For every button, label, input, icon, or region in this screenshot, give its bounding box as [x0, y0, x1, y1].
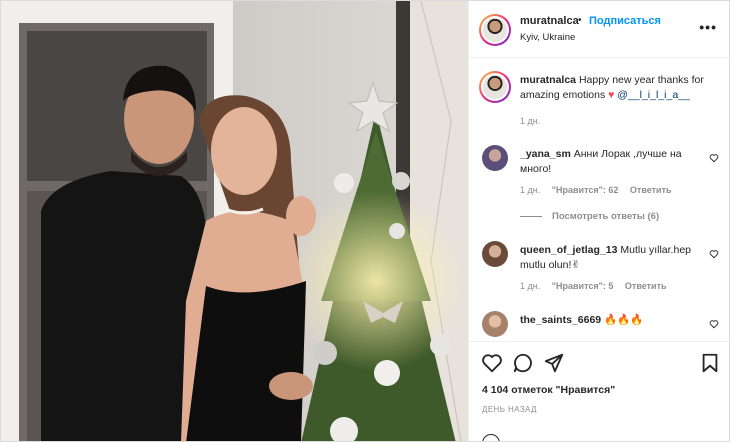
heart-emoji-icon: ♥	[608, 89, 615, 101]
caption-username[interactable]: muratnalca	[520, 74, 576, 86]
heart-icon[interactable]	[481, 352, 503, 374]
reply-button[interactable]: Ответить	[630, 185, 672, 195]
post-side-panel: muratnalca • Подписаться Kyiv, Ukraine •…	[468, 1, 729, 441]
reply-button[interactable]: Ответить	[625, 281, 667, 291]
comment-body: 🔥🔥🔥	[604, 314, 644, 326]
likes-count[interactable]: 4 104 отметок "Нравится"	[482, 384, 615, 396]
emoji-icon[interactable]	[482, 434, 500, 441]
comment-username[interactable]: _yana_sm	[520, 148, 571, 160]
commenter-avatar[interactable]	[482, 311, 508, 337]
comment-likes[interactable]: "Нравится": 5	[552, 281, 614, 291]
replies-divider	[520, 215, 542, 217]
action-bar: 4 104 отметок "Нравится" ДЕНЬ НАЗАД	[469, 341, 729, 441]
post-date[interactable]: ДЕНЬ НАЗАД	[482, 405, 537, 414]
like-comment-heart-icon[interactable]	[709, 319, 719, 329]
author-username[interactable]: muratnalca	[520, 15, 579, 27]
commenter-avatar[interactable]	[482, 145, 508, 171]
comment-time[interactable]: 1 дн.	[520, 185, 540, 195]
comment-username[interactable]: the_saints_6669	[520, 314, 601, 326]
bookmark-icon[interactable]	[699, 352, 721, 374]
caption-avatar[interactable]	[479, 71, 511, 103]
commenter-avatar[interactable]	[482, 241, 508, 267]
comment-text: _yana_sm Анни Лорак ,лучше на много!	[520, 147, 700, 177]
comment-icon[interactable]	[512, 352, 534, 374]
comment-likes[interactable]: "Нравится": 62	[552, 185, 619, 195]
comment-text: the_saints_6669 🔥🔥🔥	[520, 313, 700, 328]
photo-illustration	[1, 1, 468, 441]
author-avatar[interactable]	[479, 14, 511, 46]
caption-time[interactable]: 1 дн.	[520, 116, 540, 126]
paper-plane-icon[interactable]	[543, 352, 565, 374]
like-comment-heart-icon[interactable]	[709, 153, 719, 163]
location-link[interactable]: Kyiv, Ukraine	[520, 32, 575, 43]
post-photo[interactable]	[1, 1, 468, 441]
header-separator: •	[578, 15, 582, 26]
view-replies-button[interactable]: Посмотреть ответы (6)	[520, 211, 659, 222]
more-icon[interactable]: •••	[699, 19, 717, 35]
caption-text: muratnalca Happy new year thanks for ama…	[520, 73, 720, 103]
like-comment-heart-icon[interactable]	[709, 249, 719, 259]
view-replies-label: Посмотреть ответы (6)	[552, 211, 660, 222]
instagram-post-window: muratnalca • Подписаться Kyiv, Ukraine •…	[0, 0, 730, 442]
follow-button[interactable]: Подписаться	[589, 15, 661, 27]
comment-text: queen_of_jetlag_13 Mutlu yıllar.hep mutl…	[520, 243, 700, 273]
caption-mention[interactable]: @__l_i_l_i_a__	[617, 89, 690, 101]
comment-username[interactable]: queen_of_jetlag_13	[520, 244, 617, 256]
comment-meta: 1 дн. "Нравится": 5 Ответить	[520, 281, 676, 291]
post-header: muratnalca • Подписаться Kyiv, Ukraine •…	[469, 1, 729, 58]
comment-meta: 1 дн. "Нравится": 62 Ответить	[520, 185, 681, 195]
comment-time[interactable]: 1 дн.	[520, 281, 540, 291]
